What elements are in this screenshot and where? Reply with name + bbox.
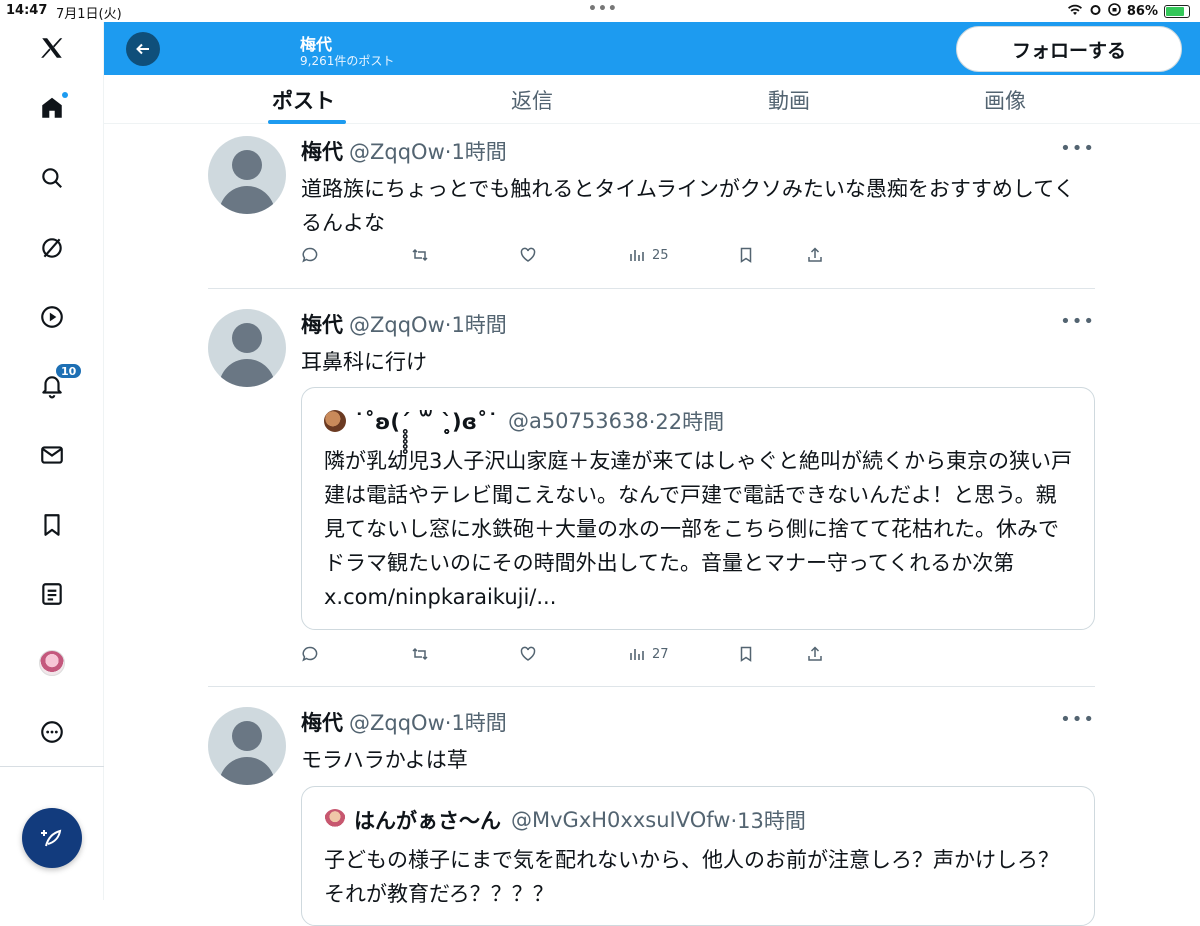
lists-icon[interactable]	[32, 574, 72, 614]
quoted-meta: ˙˚ʚ(ˊ̥̥̥̥̥ ꒳ ˋ̥̥̥̥̥)ɞ˚˙ @a50753638·22時間	[324, 406, 724, 436]
post-text: 道路族にちょっとでも触れるとタイムラインがクソみたいな愚痴をおすすめしてくるんよ…	[301, 177, 1075, 235]
status-time: 14:47	[6, 3, 48, 18]
post-item[interactable]: 梅代 @ZqqOw·1時間 ••• モラハラかよは草 はんがぁさ〜ん @MvGxH0…	[208, 707, 1095, 926]
post-item[interactable]: 梅代 @ZqqOw·1時間 ••• 道路族にちょっとでも触れるとタイムラインがクソ…	[208, 136, 1095, 266]
search-icon[interactable]	[32, 158, 72, 198]
active-tab-indicator	[268, 120, 346, 124]
status-right: 86%	[1067, 3, 1190, 20]
quoted-author-name: はんがぁさ〜ん	[354, 809, 501, 833]
author-name[interactable]: 梅代	[301, 711, 343, 735]
author-avatar[interactable]	[208, 136, 286, 214]
author-handle[interactable]: @ZqqOw	[349, 711, 445, 735]
video-icon[interactable]	[32, 297, 72, 337]
quoted-post-time: ·13時間	[730, 809, 806, 833]
quoted-post-time: ·22時間	[648, 410, 725, 434]
post-time: ·1時間	[444, 313, 507, 337]
post-item[interactable]: 梅代 @ZqqOw·1時間 ••• 耳鼻科に行け ˙˚ʚ(ˊ̥̥̥̥̥ ꒳ ˋ̥̥…	[208, 309, 1095, 669]
orientation-lock-icon	[1108, 3, 1121, 20]
repost-icon[interactable]	[411, 645, 429, 663]
quoted-post-text: 隣が乳幼児3人子沢山家庭＋友達が来てはしゃぐと絶叫が続くから東京の狭い戸建は電話…	[324, 449, 1072, 609]
reply-icon[interactable]	[301, 645, 319, 663]
post-actions: 25	[301, 246, 841, 268]
like-icon[interactable]	[519, 645, 537, 663]
quoted-author-avatar	[324, 809, 346, 831]
profile-header: 梅代 9,261件のポスト フォローする	[104, 22, 1200, 75]
battery-icon	[1164, 5, 1190, 18]
more-options-icon[interactable]: •••	[1060, 311, 1095, 332]
author-handle[interactable]: @ZqqOw	[349, 313, 445, 337]
wifi-icon	[1067, 4, 1083, 20]
quoted-post[interactable]: ˙˚ʚ(ˊ̥̥̥̥̥ ꒳ ˋ̥̥̥̥̥)ɞ˚˙ @a50753638·22時間 隣…	[301, 387, 1095, 630]
grok-icon[interactable]	[32, 228, 72, 268]
quoted-author-handle: @a50753638	[507, 409, 649, 433]
quoted-author-handle: @MvGxH0xxsuIVOfw	[511, 808, 731, 832]
post-meta: 梅代 @ZqqOw·1時間	[301, 707, 507, 737]
bookmark-icon[interactable]	[737, 246, 755, 264]
profile-tabs: ポスト 返信 動画 画像	[104, 75, 1200, 124]
multitasking-dots-icon[interactable]: •••	[588, 2, 618, 16]
compose-post-button[interactable]	[22, 808, 82, 868]
views-icon	[630, 250, 644, 261]
quoted-post-text: 子どもの様子にまで気を配れないから、他人のお前が注意しろ？声かけしろ？それが教育…	[324, 848, 1059, 906]
more-menu-icon[interactable]	[32, 712, 72, 752]
status-bar: 14:47 7月1日(火) ••• 86%	[0, 0, 1200, 22]
post-time: ·1時間	[444, 140, 507, 164]
profile-avatar-image	[39, 650, 65, 676]
views-count: 27	[652, 646, 669, 662]
repost-icon[interactable]	[411, 246, 429, 264]
messages-icon[interactable]	[32, 435, 72, 475]
back-button[interactable]	[126, 32, 160, 66]
side-nav: 10	[0, 22, 104, 900]
quoted-author-name: ˙˚ʚ(ˊ̥̥̥̥̥ ꒳ ˋ̥̥̥̥̥)ɞ˚˙	[354, 410, 498, 434]
home-icon[interactable]	[32, 88, 72, 128]
status-date: 7月1日(火)	[56, 7, 122, 22]
post-count: 9,261件のポスト	[300, 54, 395, 68]
bookmark-icon[interactable]	[737, 645, 755, 663]
share-icon[interactable]	[806, 246, 824, 264]
compose-quill-icon	[41, 829, 62, 847]
more-options-icon[interactable]: •••	[1060, 709, 1095, 730]
tab-replies[interactable]: 返信	[511, 85, 553, 115]
author-avatar[interactable]	[208, 707, 286, 785]
notifications-icon[interactable]: 10	[32, 362, 84, 406]
post-meta: 梅代 @ZqqOw·1時間	[301, 136, 507, 166]
quoted-meta: はんがぁさ〜ん @MvGxH0xxsuIVOfw ·13時間	[324, 805, 806, 835]
follow-button[interactable]: フォローする	[956, 26, 1182, 72]
quoted-author-avatar	[324, 410, 346, 432]
more-options-icon[interactable]: •••	[1060, 138, 1095, 159]
post-divider	[208, 288, 1095, 289]
like-icon[interactable]	[519, 246, 537, 264]
tab-posts[interactable]: ポスト	[272, 85, 335, 115]
post-text: モラハラかよは草	[301, 748, 468, 772]
author-name[interactable]: 梅代	[301, 313, 343, 337]
reply-icon[interactable]	[301, 246, 319, 264]
views-count: 25	[652, 247, 669, 263]
tab-media[interactable]: 画像	[984, 85, 1026, 115]
x-logo-icon[interactable]	[32, 28, 72, 68]
post-actions: 27	[301, 645, 841, 667]
post-time: ·1時間	[444, 711, 507, 735]
tab-videos[interactable]: 動画	[768, 85, 810, 115]
post-divider	[208, 686, 1095, 687]
alarm-icon	[1089, 3, 1102, 20]
rail-divider	[0, 766, 104, 767]
views-icon	[630, 649, 644, 660]
battery-percent: 86%	[1126, 4, 1158, 19]
post-text: 耳鼻科に行け	[301, 350, 427, 374]
author-handle[interactable]: @ZqqOw	[349, 140, 445, 164]
home-new-dot	[62, 92, 68, 98]
arrow-left-icon	[136, 43, 149, 55]
author-avatar[interactable]	[208, 309, 286, 387]
author-name[interactable]: 梅代	[301, 140, 343, 164]
quoted-post[interactable]: はんがぁさ〜ん @MvGxH0xxsuIVOfw ·13時間 子どもの様子にまで気を…	[301, 786, 1095, 926]
notification-count-badge: 10	[54, 362, 84, 380]
share-icon[interactable]	[806, 645, 824, 663]
bookmarks-icon[interactable]	[32, 505, 72, 545]
post-meta: 梅代 @ZqqOw·1時間	[301, 309, 507, 339]
views-button[interactable]: 27	[628, 645, 669, 663]
profile-avatar[interactable]	[32, 643, 72, 683]
views-button[interactable]: 25	[628, 246, 669, 264]
